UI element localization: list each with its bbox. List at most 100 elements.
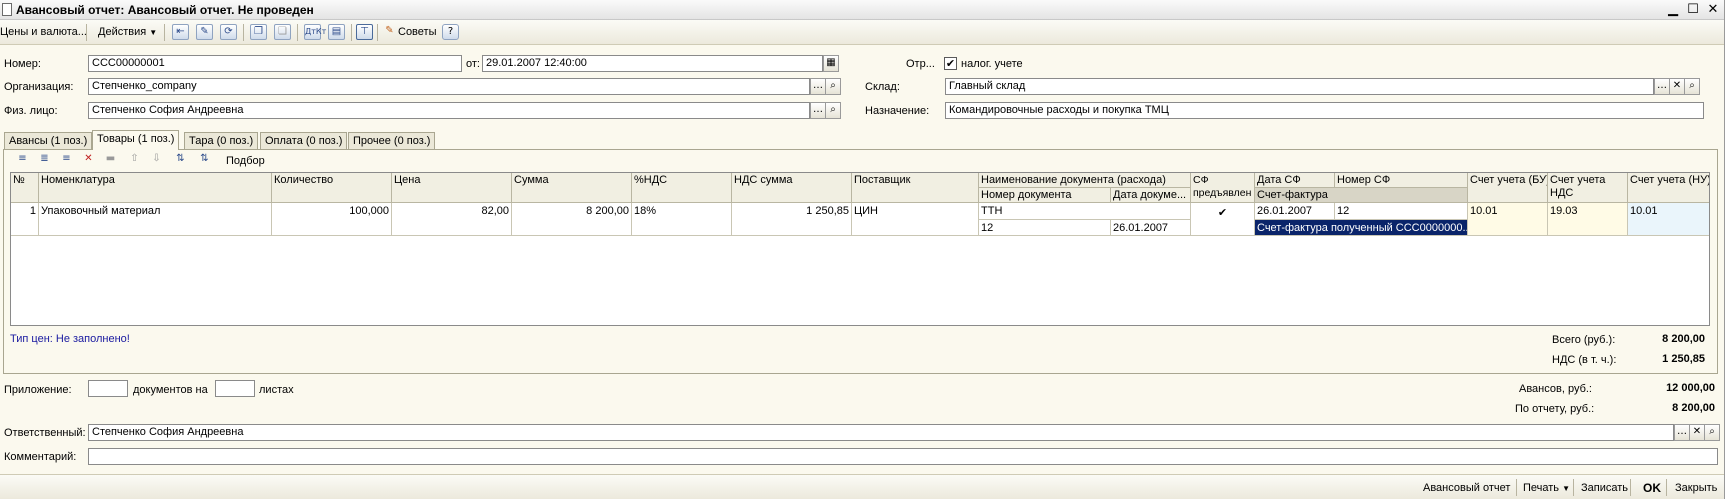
- table-row-doc-date[interactable]: 26.01.2007: [1111, 220, 1191, 236]
- select-button[interactable]: …: [1674, 424, 1690, 441]
- select-button[interactable]: …: [810, 102, 826, 119]
- header-invoice-date[interactable]: Дата СФ: [1255, 173, 1335, 188]
- tab-goods[interactable]: Товары (1 поз.): [92, 130, 180, 150]
- save-button[interactable]: Записать: [1581, 482, 1628, 494]
- toolbar-separator: [1666, 479, 1667, 496]
- table-row-acc-vat[interactable]: 19.03: [1548, 203, 1628, 236]
- copy-icon[interactable]: ❐: [250, 24, 267, 40]
- header-vat-pct[interactable]: %НДС: [632, 173, 732, 203]
- structure-icon[interactable]: ⊤: [356, 24, 373, 40]
- vat-label: НДС (в т. ч.):: [1552, 354, 1617, 366]
- search-icon[interactable]: ⌕: [1704, 424, 1720, 441]
- help-button[interactable]: ?: [442, 24, 459, 40]
- header-invoice-presented[interactable]: СФ предъявлен: [1191, 173, 1255, 203]
- header-supplier[interactable]: Поставщик: [852, 173, 979, 203]
- actions-menu[interactable]: Действия ▼: [98, 26, 157, 38]
- add-row-icon[interactable]: ≡: [14, 152, 31, 168]
- tips-button[interactable]: Советы: [398, 26, 436, 38]
- tab-advances[interactable]: Авансы (1 поз.): [4, 132, 93, 149]
- warehouse-field[interactable]: Главный склад: [945, 78, 1654, 95]
- tab-containers[interactable]: Тара (0 поз.): [184, 132, 259, 149]
- table-row-acc-nu[interactable]: 10.01: [1628, 203, 1709, 236]
- table-row-item[interactable]: Упаковочный материал: [39, 203, 272, 236]
- header-no[interactable]: №: [11, 173, 39, 203]
- documents-count-field[interactable]: [88, 380, 128, 397]
- sheets-count-field[interactable]: [215, 380, 255, 397]
- responsible-label: Ответственный:: [4, 427, 86, 439]
- table-row-doc-num[interactable]: 12: [979, 220, 1111, 236]
- close-icon[interactable]: ✕: [1704, 2, 1722, 18]
- move-down-icon[interactable]: ⇩: [148, 152, 165, 168]
- tax-accounting-checkbox[interactable]: ✔: [944, 57, 957, 70]
- header-acc-vat[interactable]: Счет учета НДС: [1548, 173, 1628, 203]
- pick-button[interactable]: Подбор: [226, 155, 265, 167]
- table-row-no[interactable]: 1: [11, 203, 39, 236]
- print-menu[interactable]: Печать ▼: [1523, 482, 1570, 494]
- header-doc-date[interactable]: Дата докуме...: [1111, 188, 1191, 203]
- sort-desc-icon[interactable]: ⇅: [196, 152, 213, 168]
- table-row-invoice-num[interactable]: 12: [1335, 203, 1468, 220]
- header-item[interactable]: Номенклатура: [39, 173, 272, 203]
- search-icon[interactable]: ⌕: [1684, 78, 1700, 95]
- table-row-sum[interactable]: 8 200,00: [512, 203, 632, 236]
- table-row-invoice-date[interactable]: 26.01.2007: [1255, 203, 1335, 220]
- organization-field[interactable]: Степченко_company: [88, 78, 810, 95]
- minimize-icon[interactable]: ▁: [1664, 2, 1682, 18]
- search-icon[interactable]: ⌕: [825, 78, 841, 95]
- person-field[interactable]: Степченко София Андреевна: [88, 102, 810, 119]
- reflect-label: Отр...: [906, 58, 935, 70]
- clear-icon[interactable]: ✕: [1689, 424, 1705, 441]
- edit-icon[interactable]: ✎: [196, 24, 213, 40]
- move-up-icon[interactable]: ⇧: [126, 152, 143, 168]
- accounting-entries-icon[interactable]: ДтКт: [304, 24, 326, 40]
- chevron-down-icon: ▼: [1562, 484, 1571, 493]
- table-row-supplier[interactable]: ЦИН: [852, 203, 979, 236]
- calendar-icon[interactable]: ▦: [823, 55, 839, 72]
- table-row-invoice-presented[interactable]: ✔: [1191, 203, 1255, 236]
- header-vat-sum[interactable]: НДС сумма: [732, 173, 852, 203]
- refresh-icon[interactable]: ⟳: [220, 24, 237, 40]
- header-invoice-num[interactable]: Номер СФ: [1335, 173, 1468, 188]
- end-edit-icon[interactable]: ▬: [102, 152, 119, 168]
- edit-row-icon[interactable]: ≡: [58, 152, 75, 168]
- header-doc-name[interactable]: Наименование документа (расхода): [979, 173, 1191, 188]
- table-row-vat-pct[interactable]: 18%: [632, 203, 732, 236]
- price-type-note[interactable]: Тип цен: Не заполнено!: [10, 333, 130, 345]
- paste-icon[interactable]: ❏: [274, 24, 291, 40]
- header-invoice[interactable]: Счет-фактура: [1255, 188, 1468, 203]
- ok-button[interactable]: OK: [1643, 481, 1661, 495]
- table-row-doc-name[interactable]: ТТН: [979, 203, 1191, 220]
- report-icon[interactable]: ▤: [328, 24, 345, 40]
- header-doc-num[interactable]: Номер документа: [979, 188, 1111, 203]
- clear-icon[interactable]: ✕: [1669, 78, 1685, 95]
- number-field[interactable]: ССС00000001: [88, 55, 462, 72]
- toolbar-separator: [164, 24, 165, 41]
- purpose-field[interactable]: Командировочные расходы и покупка ТМЦ: [945, 102, 1704, 119]
- prices-menu[interactable]: Цены и валюта...: [0, 26, 87, 38]
- header-acc-nu[interactable]: Счет учета (НУ): [1628, 173, 1709, 203]
- tab-other[interactable]: Прочее (0 поз.): [348, 132, 436, 149]
- close-button[interactable]: Закрыть: [1675, 482, 1717, 494]
- delete-row-icon[interactable]: ✕: [80, 152, 97, 168]
- tab-payment[interactable]: Оплата (0 поз.): [260, 132, 348, 149]
- copy-row-icon[interactable]: ≣: [36, 152, 53, 168]
- comment-field[interactable]: [88, 448, 1718, 465]
- header-sum[interactable]: Сумма: [512, 173, 632, 203]
- select-button[interactable]: …: [810, 78, 826, 95]
- sort-asc-icon[interactable]: ⇅: [172, 152, 189, 168]
- header-acc-bu[interactable]: Счет учета (БУ): [1468, 173, 1548, 203]
- header-qty[interactable]: Количество: [272, 173, 392, 203]
- table-row-acc-bu[interactable]: 10.01: [1468, 203, 1548, 236]
- table-row-vat-sum[interactable]: 1 250,85: [732, 203, 852, 236]
- select-button[interactable]: …: [1654, 78, 1670, 95]
- search-icon[interactable]: ⌕: [825, 102, 841, 119]
- maximize-icon[interactable]: ☐: [1684, 2, 1702, 18]
- table-row-price[interactable]: 82,00: [392, 203, 512, 236]
- table-row-qty[interactable]: 100,000: [272, 203, 392, 236]
- table-row-invoice[interactable]: Счет-фактура полученный ССС0000000...: [1255, 220, 1468, 236]
- date-field[interactable]: 29.01.2007 12:40:00: [482, 55, 823, 72]
- advance-report-print-button[interactable]: Авансовый отчет: [1423, 482, 1510, 494]
- responsible-field[interactable]: Степченко София Андреевна: [88, 424, 1674, 441]
- move-to-icon[interactable]: ⇤: [172, 24, 189, 40]
- header-price[interactable]: Цена: [392, 173, 512, 203]
